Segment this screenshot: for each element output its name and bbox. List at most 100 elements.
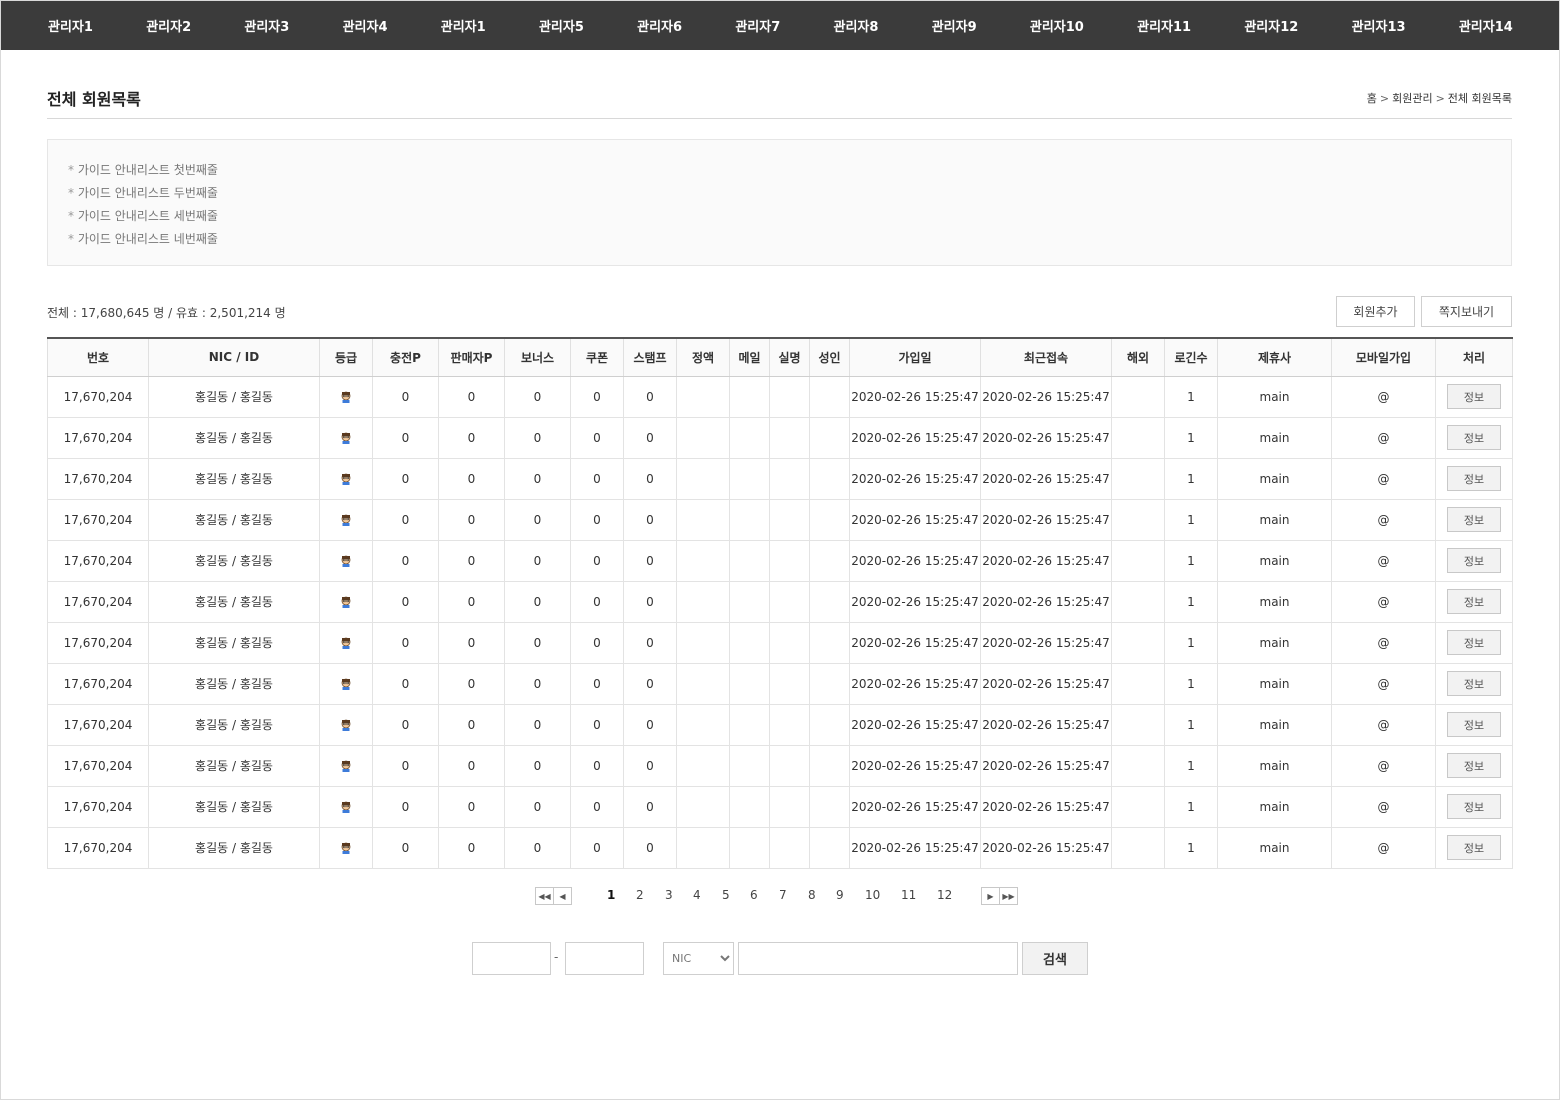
nav-item[interactable]: 관리자3	[244, 16, 289, 35]
action-cell: 정보	[1435, 704, 1513, 746]
table-cell: 0	[438, 458, 505, 500]
table-cell: 1	[1164, 786, 1218, 828]
nav-item[interactable]: 관리자14	[1459, 16, 1513, 35]
table-cell: @	[1331, 458, 1436, 500]
action-cell: 정보	[1435, 622, 1513, 664]
table-cell: 2020-02-26 15:25:47	[980, 540, 1112, 582]
table-cell	[769, 417, 810, 459]
page-number[interactable]: 3	[665, 888, 673, 902]
info-button[interactable]: 정보	[1447, 671, 1501, 696]
date-to-input[interactable]	[565, 942, 644, 975]
table-row: 17,670,204 홍길동 / 홍길동 0 0 0 0 0 2020-02-26 15:25…	[47, 540, 1513, 582]
info-button[interactable]: 정보	[1447, 425, 1501, 450]
date-from-input[interactable]	[472, 942, 551, 975]
page-number[interactable]: 2	[636, 888, 644, 902]
table-cell: 0	[504, 581, 571, 623]
info-button[interactable]: 정보	[1447, 835, 1501, 860]
page-number[interactable]: 7	[779, 888, 787, 902]
table-cell: @	[1331, 622, 1436, 664]
page-number[interactable]: 5	[722, 888, 730, 902]
breadcrumb-home[interactable]: 홈	[1367, 92, 1377, 105]
table-cell: 2020-02-26 15:25:47	[980, 376, 1112, 418]
nav-item[interactable]: 관리자7	[735, 16, 780, 35]
page-number[interactable]: 6	[750, 888, 758, 902]
search-keyword-input[interactable]	[738, 942, 1018, 975]
column-header: 번호	[47, 337, 149, 377]
column-header: 쿠폰	[570, 337, 624, 377]
table-cell: 17,670,204	[47, 540, 149, 582]
nav-item[interactable]: 관리자8	[834, 16, 879, 35]
add-member-button[interactable]: 회원추가	[1336, 296, 1415, 327]
table-cell	[769, 376, 810, 418]
info-button[interactable]: 정보	[1447, 794, 1501, 819]
nav-item[interactable]: 관리자13	[1352, 16, 1406, 35]
table-cell	[1111, 622, 1165, 664]
page-number[interactable]: 12	[937, 888, 952, 902]
nav-item[interactable]: 관리자11	[1137, 16, 1191, 35]
search-field-select[interactable]: NIC	[663, 942, 734, 975]
nav-item[interactable]: 관리자5	[539, 16, 584, 35]
grade-cell	[319, 499, 373, 541]
nav-item[interactable]: 관리자1	[441, 16, 486, 35]
page-number[interactable]: 1	[607, 888, 615, 902]
table-cell: 0	[623, 376, 677, 418]
column-header: 정액	[676, 337, 730, 377]
nav-item[interactable]: 관리자1	[48, 16, 93, 35]
table-cell	[809, 376, 850, 418]
table-cell: 홍길동 / 홍길동	[148, 499, 320, 541]
chevron-right-icon: >	[1435, 92, 1445, 105]
table-cell	[809, 622, 850, 664]
page-number[interactable]: 8	[808, 888, 816, 902]
info-button[interactable]: 정보	[1447, 548, 1501, 573]
info-button[interactable]: 정보	[1447, 753, 1501, 778]
nav-item[interactable]: 관리자6	[637, 16, 682, 35]
table-cell: 0	[623, 786, 677, 828]
breadcrumb-member-admin[interactable]: 회원관리	[1392, 92, 1432, 105]
table-cell	[809, 581, 850, 623]
info-button[interactable]: 정보	[1447, 712, 1501, 737]
table-cell	[809, 663, 850, 705]
table-cell: @	[1331, 581, 1436, 623]
table-cell: 2020-02-26 15:25:47	[849, 786, 981, 828]
nav-item[interactable]: 관리자9	[932, 16, 977, 35]
send-message-button[interactable]: 쪽지보내기	[1421, 296, 1512, 327]
next-page-icon[interactable]: ▶	[981, 887, 1000, 905]
page-number[interactable]: 11	[901, 888, 916, 902]
table-cell: 0	[372, 786, 439, 828]
table-cell: 17,670,204	[47, 663, 149, 705]
info-button[interactable]: 정보	[1447, 507, 1501, 532]
table-cell: @	[1331, 745, 1436, 787]
table-cell: 0	[623, 827, 677, 869]
prev-page-icon[interactable]: ◀	[553, 887, 572, 905]
page-number[interactable]: 4	[693, 888, 701, 902]
table-cell	[1111, 827, 1165, 869]
table-cell: 2020-02-26 15:25:47	[849, 581, 981, 623]
info-button[interactable]: 정보	[1447, 466, 1501, 491]
grade-cell	[319, 622, 373, 664]
last-page-icon[interactable]: ▶▶	[999, 887, 1018, 905]
table-row: 17,670,204 홍길동 / 홍길동 0 0 0 0 0 2020-02-26 15:25…	[47, 581, 1513, 623]
info-button[interactable]: 정보	[1447, 630, 1501, 655]
table-cell: main	[1217, 704, 1332, 746]
table-cell: 홍길동 / 홍길동	[148, 417, 320, 459]
nav-item[interactable]: 관리자2	[146, 16, 191, 35]
table-cell: main	[1217, 827, 1332, 869]
first-page-icon[interactable]: ◀◀	[535, 887, 554, 905]
nav-item[interactable]: 관리자4	[343, 16, 388, 35]
table-cell: main	[1217, 786, 1332, 828]
breadcrumb-current: 전체 회원목록	[1447, 92, 1512, 105]
info-button[interactable]: 정보	[1447, 384, 1501, 409]
page-number[interactable]: 9	[836, 888, 844, 902]
search-button[interactable]: 검색	[1022, 942, 1088, 975]
table-cell: 0	[504, 663, 571, 705]
page-number[interactable]: 10	[865, 888, 880, 902]
table-cell: 2020-02-26 15:25:47	[980, 499, 1112, 541]
table-cell: 0	[570, 417, 624, 459]
table-cell: @	[1331, 540, 1436, 582]
table-cell: 0	[504, 417, 571, 459]
table-cell: 1	[1164, 663, 1218, 705]
nav-item[interactable]: 관리자10	[1030, 16, 1084, 35]
nav-item[interactable]: 관리자12	[1244, 16, 1298, 35]
table-cell: 0	[438, 622, 505, 664]
info-button[interactable]: 정보	[1447, 589, 1501, 614]
